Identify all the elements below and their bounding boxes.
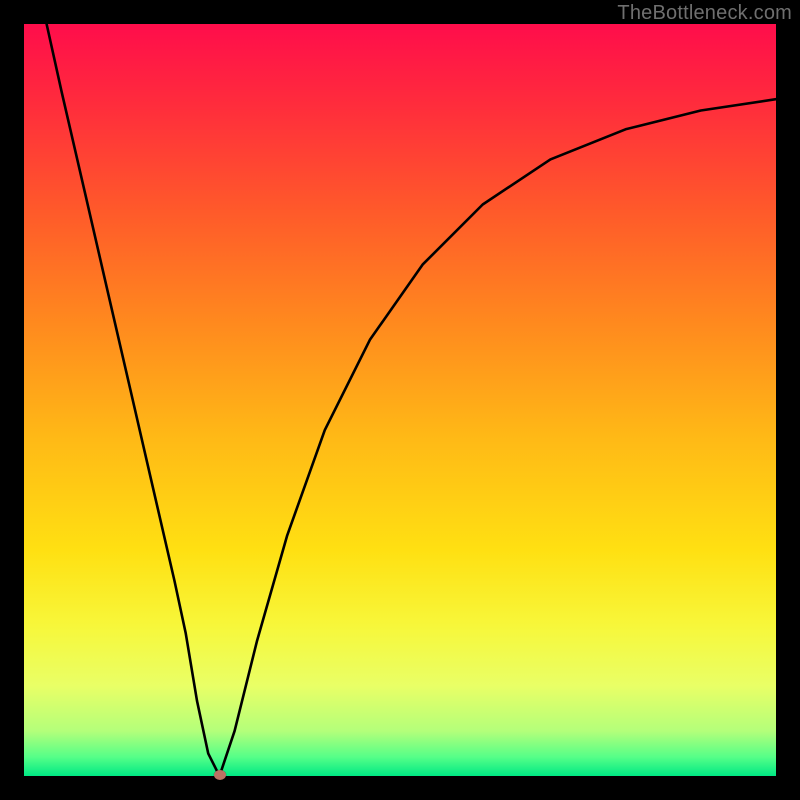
bottleneck-chart [24,24,776,776]
watermark-text: TheBottleneck.com [617,2,792,25]
chart-frame [24,24,776,776]
optimal-point-marker [214,770,226,780]
gradient-background [24,24,776,776]
